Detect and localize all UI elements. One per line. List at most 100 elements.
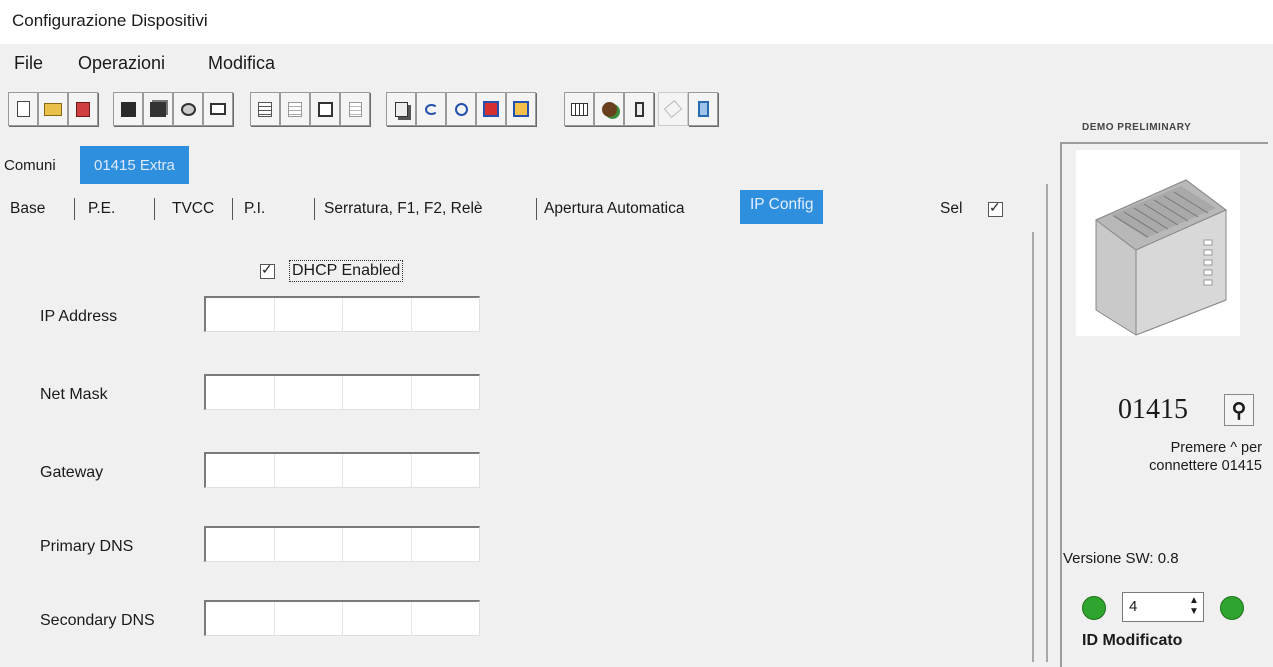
open-button[interactable] <box>38 92 68 126</box>
tab-pi[interactable]: P.I. <box>244 196 265 222</box>
list-icon <box>288 101 302 117</box>
dhcp-label[interactable]: DHCP Enabled <box>289 260 404 282</box>
status-label: Modificato <box>1102 632 1183 649</box>
tab-serratura[interactable]: Serratura, F1, F2, Relè <box>324 196 483 222</box>
toolbar <box>8 92 1008 134</box>
open-folder-icon <box>44 102 62 116</box>
device-illustration <box>1095 179 1227 336</box>
connect-hint: Premere ^ per connettere 01415 <box>1082 439 1262 475</box>
primary-dns-input[interactable] <box>204 526 480 562</box>
copy-button[interactable] <box>386 92 416 126</box>
device-number: 01415 <box>1118 394 1188 425</box>
new-file-button[interactable] <box>8 92 38 126</box>
settings-tab-strip: Base P.E. TVCC P.I. Serratura, F1, F2, R… <box>0 190 1040 232</box>
top-tab-strip: Comuni 01415 Extra <box>0 146 1040 184</box>
phone-button[interactable] <box>624 92 654 126</box>
print-icon <box>210 103 226 115</box>
alert-icon <box>513 101 529 117</box>
tab-separator <box>232 198 233 220</box>
next-icon[interactable] <box>1220 596 1244 620</box>
window-title: Configurazione Dispositivi <box>12 11 208 30</box>
menu-bar: File Operazioni Modifica <box>0 44 1273 84</box>
secondary-dns-label: Secondary DNS <box>40 612 155 629</box>
document-icon <box>348 101 362 117</box>
exit-icon <box>697 101 709 117</box>
exit-button[interactable] <box>688 92 718 126</box>
alert-button[interactable] <box>506 92 536 126</box>
check-button[interactable] <box>476 92 506 126</box>
ip-config-panel: DHCP Enabled IP Address Net Mask Gateway… <box>0 232 1040 662</box>
tab-comuni[interactable]: Comuni <box>4 146 56 184</box>
disabled-button[interactable] <box>658 92 688 126</box>
software-version: Versione SW: 0.8 <box>1063 550 1179 567</box>
save-all-button[interactable] <box>143 92 173 126</box>
menu-modifica[interactable]: Modifica <box>208 53 275 74</box>
print-preview-icon <box>180 102 196 116</box>
network-button[interactable] <box>594 92 624 126</box>
id-spinner[interactable]: 4 ▲ ▼ <box>1122 592 1204 622</box>
device-side-panel: DEMO PRELIMINARY 01415 ⚲ Premere ^ per c… <box>1056 118 1273 667</box>
calendar-button[interactable] <box>564 92 594 126</box>
usb-connect-button[interactable]: ⚲ <box>1224 394 1254 426</box>
tab-separator <box>154 198 155 220</box>
tab-separator <box>536 198 537 220</box>
tab-base[interactable]: Base <box>10 196 45 222</box>
panel-border <box>1032 232 1034 662</box>
usb-icon: ⚲ <box>1231 399 1247 422</box>
tab-tvcc[interactable]: TVCC <box>172 196 214 222</box>
secondary-dns-input[interactable] <box>204 600 480 636</box>
sort-button[interactable] <box>250 92 280 126</box>
refresh-icon <box>454 102 468 116</box>
save-all-icon <box>150 101 166 117</box>
undo-icon <box>424 103 438 115</box>
gateway-input[interactable] <box>204 452 480 488</box>
edit-button[interactable] <box>310 92 340 126</box>
tab-separator <box>74 198 75 220</box>
primary-dns-label: Primary DNS <box>40 538 134 555</box>
id-label: ID <box>1082 632 1098 649</box>
print-preview-button[interactable] <box>173 92 203 126</box>
device-info-panel: 01415 ⚲ Premere ^ per connettere 01415 V… <box>1060 142 1268 667</box>
sel-label: Sel <box>940 200 963 217</box>
hint-line-2: connettere 01415 <box>1149 458 1262 474</box>
demo-label: DEMO PRELIMINARY <box>1082 122 1192 133</box>
network-icon <box>601 101 617 117</box>
hint-line-1: Premere ^ per <box>1170 440 1262 456</box>
tab-01415-extra[interactable]: 01415 Extra <box>80 146 189 184</box>
calendar-icon <box>570 102 588 116</box>
gateway-label: Gateway <box>40 464 104 481</box>
export-icon <box>76 101 90 117</box>
disabled-icon <box>663 99 683 119</box>
print-button[interactable] <box>203 92 233 126</box>
panel-border <box>1046 184 1048 662</box>
tab-ip-config[interactable]: IP Config <box>740 190 824 224</box>
check-icon <box>483 101 499 117</box>
spinner-arrows-icon[interactable]: ▲ ▼ <box>1187 595 1201 619</box>
title-bar: Configurazione Dispositivi <box>0 0 1273 44</box>
tab-apertura-automatica[interactable]: Apertura Automatica <box>544 196 684 222</box>
tab-pe[interactable]: P.E. <box>88 196 115 222</box>
document-button[interactable] <box>340 92 370 126</box>
id-value: 4 <box>1129 598 1138 615</box>
device-image <box>1076 150 1240 336</box>
tab-separator <box>314 198 315 220</box>
phone-icon <box>634 101 644 117</box>
menu-file[interactable]: File <box>14 53 43 74</box>
list-button[interactable] <box>280 92 310 126</box>
net-mask-input[interactable] <box>204 374 480 410</box>
ip-address-input[interactable] <box>204 296 480 332</box>
previous-icon[interactable] <box>1082 596 1106 620</box>
export-button[interactable] <box>68 92 98 126</box>
undo-button[interactable] <box>416 92 446 126</box>
dhcp-row: DHCP Enabled <box>260 260 404 282</box>
net-mask-label: Net Mask <box>40 386 108 403</box>
ip-address-label: IP Address <box>40 308 118 325</box>
sel-checkbox[interactable] <box>988 199 1003 217</box>
menu-operazioni[interactable]: Operazioni <box>78 53 165 74</box>
id-status-line: ID Modificato <box>1082 632 1182 650</box>
dhcp-checkbox[interactable] <box>260 261 275 279</box>
refresh-button[interactable] <box>446 92 476 126</box>
save-button[interactable] <box>113 92 143 126</box>
save-icon <box>120 101 136 117</box>
new-file-icon <box>16 101 30 117</box>
